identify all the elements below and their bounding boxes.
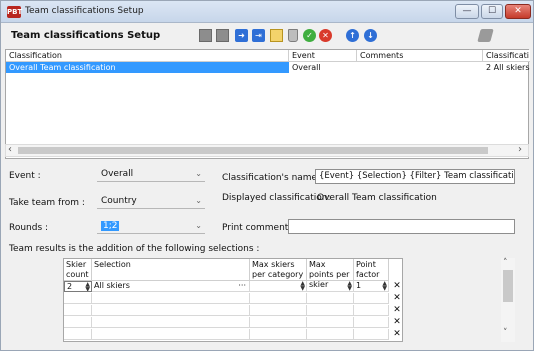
- classification-name-label: Classification's name :: [222, 173, 323, 183]
- delete-row-icon[interactable]: ✕: [392, 305, 402, 316]
- rounds-label: Rounds :: [9, 223, 49, 233]
- window-title: Team classifications Setup: [25, 6, 144, 16]
- column-header-classification[interactable]: Classification: [6, 50, 289, 62]
- take-team-label: Take team from :: [9, 198, 85, 208]
- selections-caption: Team results is the addition of the foll…: [9, 244, 260, 254]
- column-header-max-points: Max points per skier: [307, 259, 354, 289]
- column-header-event[interactable]: Event: [289, 50, 357, 62]
- event-label: Event :: [9, 171, 41, 181]
- selection-row[interactable]: 2 ▲ ▼ All skiers ··· ▲ ▼ ▲ ▼ 1 ▲ ▼: [64, 281, 389, 292]
- insert-all-icon[interactable]: ⇥: [252, 29, 265, 42]
- grid-cell-event[interactable]: Overall: [289, 62, 357, 73]
- event-select-value: Overall: [101, 169, 134, 179]
- grid-cell-comments[interactable]: [357, 62, 483, 73]
- minimize-button[interactable]: —: [455, 4, 479, 19]
- horizontal-scrollbar[interactable]: ‹ ›: [5, 144, 529, 157]
- selections-grid: Skier count Selection Max skiers per cat…: [63, 258, 403, 342]
- grid-cell-classification[interactable]: Overall Team classification: [6, 62, 289, 73]
- team-classifications-window: PBT Team classifications Setup — ☐ ✕ Tea…: [0, 0, 534, 351]
- classifications-grid: Classification Event Comments Classifica…: [5, 49, 530, 159]
- skier-count-stepper[interactable]: 2 ▲ ▼: [64, 281, 92, 292]
- spinner-icon[interactable]: ▲ ▼: [85, 282, 90, 291]
- empty-row[interactable]: [64, 293, 389, 304]
- column-header-selection: Selection: [92, 259, 250, 281]
- rounds-select-value: 1;2: [101, 221, 120, 231]
- displayed-classification-label: Displayed classification:: [222, 193, 331, 203]
- insert-icon[interactable]: ➜: [235, 29, 248, 42]
- take-team-select-value: Country: [101, 196, 137, 206]
- grid-icon[interactable]: [199, 29, 212, 42]
- selection-field[interactable]: All skiers ···: [92, 281, 250, 292]
- close-button[interactable]: ✕: [505, 4, 531, 19]
- cancel-icon[interactable]: ✕: [319, 29, 332, 42]
- delete-row-icon[interactable]: ✕: [392, 329, 402, 340]
- column-header-classificati[interactable]: Classificati: [483, 50, 530, 62]
- ellipsis-button[interactable]: ···: [238, 281, 246, 291]
- column-header-point-factor: Point factor: [354, 259, 389, 281]
- app-icon: PBT: [7, 6, 23, 18]
- spinner-icon[interactable]: ▲ ▼: [300, 281, 305, 292]
- chevron-down-icon: ⌄: [195, 196, 202, 205]
- eraser-icon[interactable]: [477, 29, 494, 42]
- grid-alt-icon[interactable]: [216, 29, 229, 42]
- take-team-select[interactable]: Country ⌄: [97, 194, 205, 209]
- arrow-down-icon[interactable]: ↓: [364, 29, 377, 42]
- rounds-select[interactable]: 1;2 ⌄: [97, 219, 205, 234]
- scroll-thumb[interactable]: [503, 270, 513, 302]
- event-select[interactable]: Overall ⌄: [97, 167, 205, 182]
- empty-row[interactable]: [64, 329, 389, 340]
- maximize-button[interactable]: ☐: [481, 4, 503, 19]
- vertical-scrollbar[interactable]: ˄ ˅: [501, 258, 515, 342]
- spinner-icon[interactable]: ▲ ▼: [347, 281, 352, 292]
- arrow-up-icon[interactable]: ↑: [346, 29, 359, 42]
- max-skiers-stepper[interactable]: ▲ ▼: [250, 281, 307, 292]
- column-header-max-skiers: Max skiers per category: [250, 259, 307, 281]
- classification-name-input[interactable]: {Event} {Selection} {Filter} Team classi…: [315, 169, 515, 184]
- column-header-skier-count: Skier count: [64, 259, 92, 281]
- empty-row[interactable]: [64, 305, 389, 316]
- point-factor-stepper[interactable]: 1 ▲ ▼: [354, 281, 389, 292]
- chevron-down-icon: ⌄: [195, 169, 202, 178]
- delete-row-icon[interactable]: ✕: [392, 293, 402, 304]
- scroll-left-icon[interactable]: ‹: [8, 144, 12, 155]
- print-comments-input[interactable]: [288, 219, 515, 234]
- empty-row[interactable]: [64, 317, 389, 328]
- grid-cell-classificati[interactable]: 2 All skiers: [483, 62, 530, 73]
- toolbar-title: Team classifications Setup: [11, 30, 161, 41]
- delete-row-icon[interactable]: ✕: [392, 281, 402, 292]
- document-icon[interactable]: [270, 29, 283, 42]
- chevron-down-icon: ⌄: [195, 221, 202, 230]
- check-icon[interactable]: ✓: [303, 29, 316, 42]
- scroll-down-icon[interactable]: ˅: [503, 328, 508, 338]
- max-points-stepper[interactable]: ▲ ▼: [307, 281, 354, 292]
- spinner-icon[interactable]: ▲ ▼: [382, 281, 387, 292]
- title-bar: PBT Team classifications Setup — ☐ ✕: [1, 1, 533, 23]
- column-header-comments[interactable]: Comments: [357, 50, 483, 62]
- delete-row-icon[interactable]: ✕: [392, 317, 402, 328]
- scroll-thumb[interactable]: [18, 147, 488, 154]
- scroll-up-icon[interactable]: ˄: [503, 258, 508, 268]
- trash-icon[interactable]: [288, 29, 298, 42]
- scroll-right-icon[interactable]: ›: [518, 144, 522, 155]
- displayed-classification-value: Overall Team classification: [317, 193, 437, 203]
- toolbar: Team classifications Setup ➜ ⇥ ✓ ✕ ↑ ↓: [5, 25, 531, 47]
